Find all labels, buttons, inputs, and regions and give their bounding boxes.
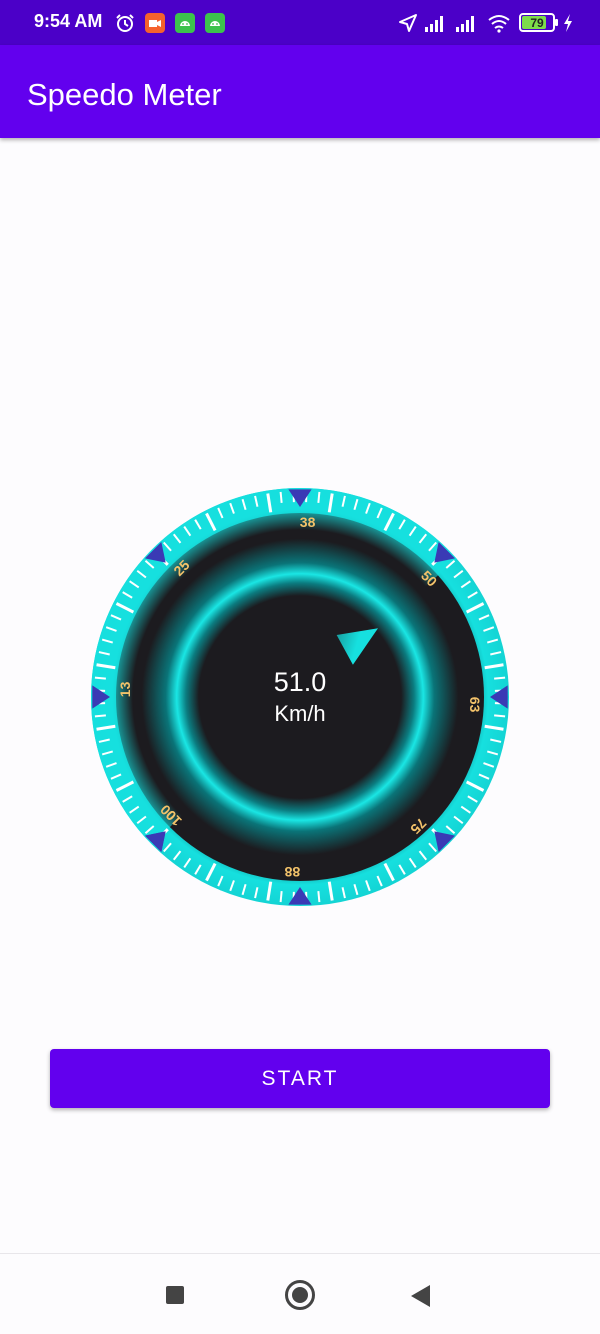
back-triangle-icon[interactable] bbox=[411, 1285, 430, 1307]
speed-unit: Km/h bbox=[200, 701, 400, 727]
gauge-tick bbox=[95, 678, 106, 679]
gauge-tick-label: 38 bbox=[300, 514, 316, 530]
navigation-bar bbox=[0, 1253, 600, 1334]
gauge-tick bbox=[318, 492, 319, 503]
gauge-tick-label: 13 bbox=[117, 681, 133, 697]
start-button[interactable]: START bbox=[50, 1049, 550, 1108]
gauge-tick-label: 88 bbox=[284, 864, 300, 880]
recents-square-icon[interactable] bbox=[166, 1286, 184, 1304]
gauge-tick bbox=[494, 678, 505, 679]
speed-value: 51.0 bbox=[200, 667, 400, 698]
gauge-tick bbox=[494, 715, 505, 716]
gauge-tick bbox=[281, 492, 282, 503]
home-circle-icon[interactable] bbox=[285, 1280, 315, 1310]
gauge-tick-label: 63 bbox=[467, 697, 483, 713]
gauge-tick bbox=[281, 891, 282, 902]
gauge-tick bbox=[318, 891, 319, 902]
gauge-tick bbox=[95, 715, 106, 716]
